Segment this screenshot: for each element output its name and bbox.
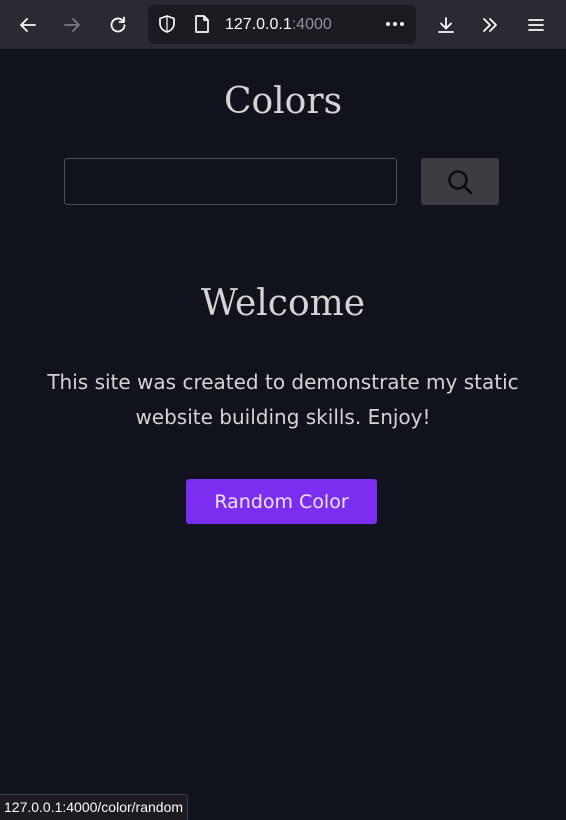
url-host: 127.0.0.1: [225, 16, 292, 33]
forward-button[interactable]: [54, 7, 90, 43]
reload-button[interactable]: [100, 7, 136, 43]
arrow-left-icon: [20, 18, 36, 32]
arrow-right-icon: [64, 18, 80, 32]
welcome-heading: Welcome: [200, 283, 366, 324]
hamburger-menu-icon: [528, 19, 544, 31]
app-menu-button[interactable]: [518, 7, 554, 43]
page-icon[interactable]: [193, 14, 211, 34]
overflow-menu-button[interactable]: [472, 7, 508, 43]
more-actions-icon[interactable]: [384, 14, 406, 34]
shield-icon[interactable]: [157, 14, 177, 34]
double-chevron-right-icon: [483, 18, 497, 32]
url-bar[interactable]: 127.0.0.1:4000: [148, 5, 416, 44]
search-input[interactable]: [64, 158, 397, 205]
search-button[interactable]: [421, 158, 499, 205]
url-text[interactable]: 127.0.0.1:4000: [225, 5, 332, 44]
site-title: Colors: [223, 81, 343, 122]
url-port: :4000: [291, 16, 332, 33]
status-bar-url: 127.0.0.1:4000/color/random: [0, 794, 189, 820]
browser-toolbar: 127.0.0.1:4000: [0, 0, 566, 50]
reload-icon: [110, 16, 126, 33]
search-icon: [448, 169, 473, 194]
download-icon: [438, 17, 454, 33]
back-button[interactable]: [10, 7, 46, 43]
downloads-button[interactable]: [428, 7, 464, 43]
random-color-button[interactable]: Random Color: [186, 479, 377, 524]
intro-text: This site was created to demonstrate my …: [47, 370, 519, 429]
page-content: Colors Welcome This site was created to …: [0, 51, 566, 820]
